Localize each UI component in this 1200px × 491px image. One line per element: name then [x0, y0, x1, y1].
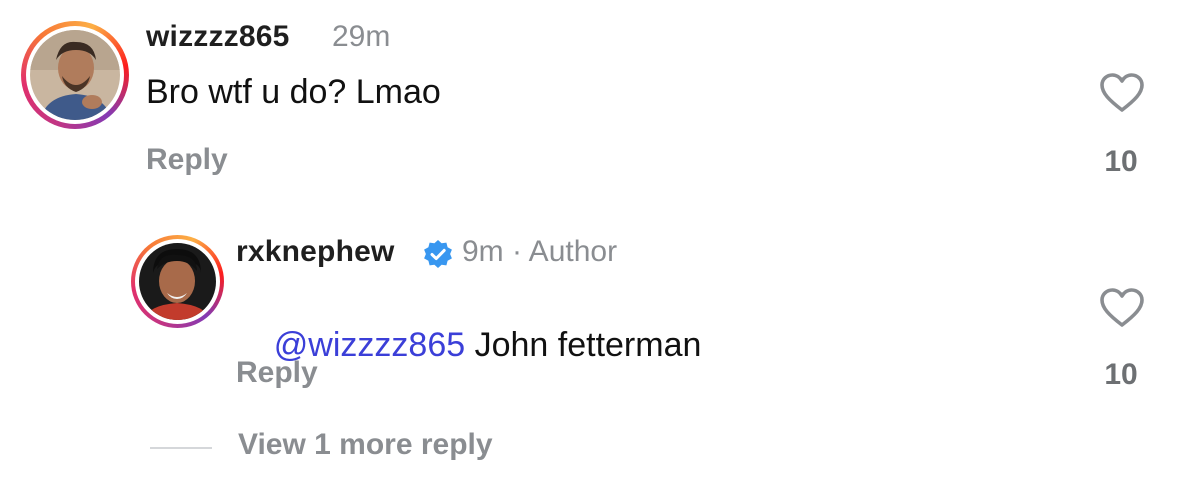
avatar-photo [30, 30, 120, 120]
heart-icon[interactable] [1099, 72, 1145, 114]
comment-item: wizzzz865 29m Bro wtf u do? Lmao Reply 1… [0, 0, 1200, 200]
like-count: 10 [1104, 358, 1138, 391]
view-more-divider [150, 447, 212, 449]
reply-meta: 9m · Author [462, 235, 618, 268]
verified-badge-icon [424, 240, 452, 268]
avatar-photo [139, 243, 216, 320]
avatar [139, 243, 216, 320]
like-count: 10 [1104, 145, 1138, 178]
view-more-replies-button[interactable]: View 1 more reply [238, 428, 493, 462]
avatar-story-ring[interactable] [21, 21, 129, 129]
comment-text: Bro wtf u do? Lmao [146, 73, 441, 111]
reply-username[interactable]: rxknephew [236, 235, 395, 269]
heart-icon[interactable] [1099, 287, 1145, 329]
comment-username[interactable]: wizzzz865 [146, 20, 290, 54]
reply-button[interactable]: Reply [236, 356, 318, 390]
reply-item: rxknephew 9m · Author @wizzzz865 John fe… [0, 215, 1200, 415]
avatar [30, 30, 120, 120]
reply-button[interactable]: Reply [146, 143, 228, 177]
reply-body: John fetterman [465, 326, 702, 364]
avatar-story-ring[interactable] [131, 235, 224, 328]
comment-timestamp: 29m [332, 20, 391, 53]
